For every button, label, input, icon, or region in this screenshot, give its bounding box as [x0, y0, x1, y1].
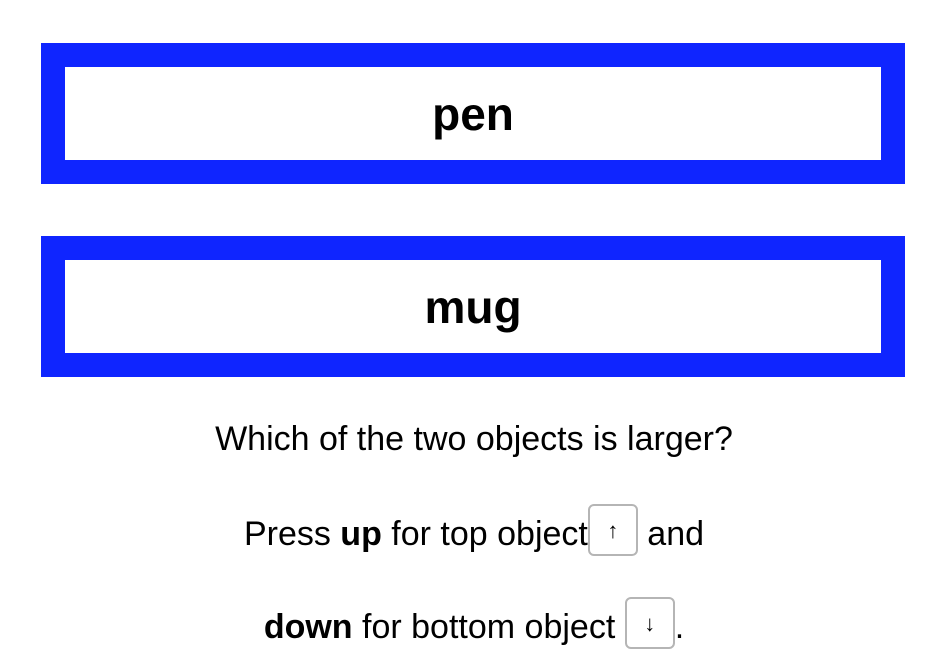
up-word: up	[340, 514, 382, 553]
instruction-and-text: and	[637, 514, 705, 553]
top-object-label: pen	[432, 87, 514, 140]
instruction-press-text: Press	[243, 514, 341, 553]
bottom-object-label: mug	[424, 280, 522, 333]
up-arrow-key[interactable]: ↑	[587, 504, 638, 556]
instruction-bottom-text: for bottom object	[352, 607, 625, 646]
down-word: down	[263, 607, 353, 646]
down-arrow-key[interactable]: ↓	[624, 597, 675, 649]
instruction-period: .	[674, 607, 685, 646]
instruction-down-line: down for bottom object ↓.	[0, 597, 948, 655]
instruction-top-text: for top object	[381, 514, 588, 553]
question-text: Which of the two objects is larger?	[215, 420, 733, 458]
instruction-up-line: Press up for top object ↑ and	[0, 504, 948, 562]
bottom-object-box[interactable]: mug	[41, 236, 905, 377]
top-object-box[interactable]: pen	[41, 43, 905, 184]
